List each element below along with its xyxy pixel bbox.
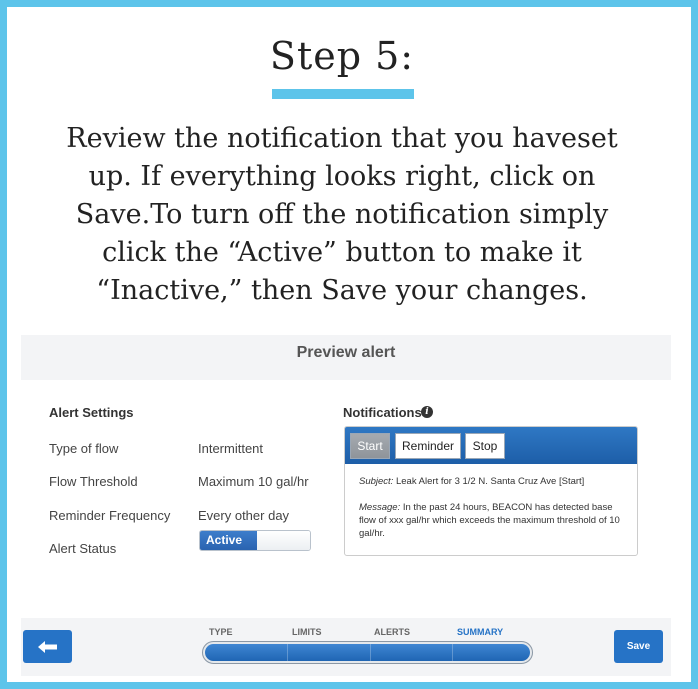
instruction-line: Review the notification that you haveset bbox=[66, 123, 618, 154]
alert-status-label: Alert Status bbox=[49, 541, 117, 556]
reminder-frequency-label: Reminder Frequency bbox=[49, 508, 171, 523]
reminder-frequency-value: Every other day bbox=[198, 508, 290, 523]
preview-alert-header: Preview alert bbox=[21, 335, 671, 380]
progress-fill bbox=[205, 644, 530, 661]
step-alerts[interactable]: ALERTS bbox=[374, 627, 410, 637]
flow-threshold-value: Maximum 10 gal/hr bbox=[198, 474, 309, 489]
step-summary[interactable]: SUMMARY bbox=[457, 627, 503, 637]
message-label: Message: bbox=[359, 502, 401, 513]
instruction-line: click the “Active” button to make it bbox=[102, 237, 582, 268]
toggle-off-side bbox=[257, 531, 310, 550]
step-limits[interactable]: LIMITS bbox=[292, 627, 322, 637]
alert-status-toggle[interactable]: Active bbox=[199, 530, 311, 551]
instruction-line: up. If everything looks right, click on bbox=[88, 161, 596, 192]
progress-divider bbox=[287, 644, 288, 661]
progress-divider bbox=[370, 644, 371, 661]
arrow-left-icon bbox=[37, 640, 57, 653]
subject-label: Subject: bbox=[359, 476, 394, 487]
notification-tabs: Start Reminder Stop bbox=[345, 427, 637, 464]
notifications-title: Notifications bbox=[343, 405, 422, 420]
instruction-line: Save.To turn off the notification simply bbox=[75, 199, 609, 230]
type-of-flow-value: Intermittent bbox=[198, 441, 264, 456]
save-button[interactable]: Save bbox=[614, 630, 663, 663]
back-button[interactable] bbox=[23, 630, 72, 663]
notification-preview: Start Reminder Stop Subject: Leak Alert … bbox=[344, 426, 638, 556]
title-underline bbox=[272, 89, 414, 99]
step-type[interactable]: TYPE bbox=[209, 627, 233, 637]
tab-reminder[interactable]: Reminder bbox=[395, 433, 461, 459]
type-of-flow-label: Type of flow bbox=[49, 441, 119, 456]
subject-text: Leak Alert for 3 1/2 N. Santa Cruz Ave [… bbox=[393, 476, 585, 487]
flow-threshold-label: Flow Threshold bbox=[49, 474, 138, 489]
toggle-active-label: Active bbox=[200, 531, 257, 550]
step-title: Step 5: bbox=[269, 34, 415, 78]
notification-subject: Subject: Leak Alert for 3 1/2 N. Santa C… bbox=[359, 475, 584, 488]
instructions: Review the notification that you haveset… bbox=[14, 120, 670, 310]
alert-settings-title: Alert Settings bbox=[49, 405, 134, 420]
tab-start[interactable]: Start bbox=[350, 433, 390, 459]
progress-divider bbox=[452, 644, 453, 661]
wizard-progress-bar bbox=[202, 641, 533, 664]
notification-message: Message: In the past 24 hours, BEACON ha… bbox=[359, 501, 627, 540]
instruction-line: “Inactive,” then Save your changes. bbox=[96, 275, 588, 306]
info-icon[interactable]: i bbox=[421, 406, 433, 418]
tab-stop[interactable]: Stop bbox=[465, 433, 505, 459]
